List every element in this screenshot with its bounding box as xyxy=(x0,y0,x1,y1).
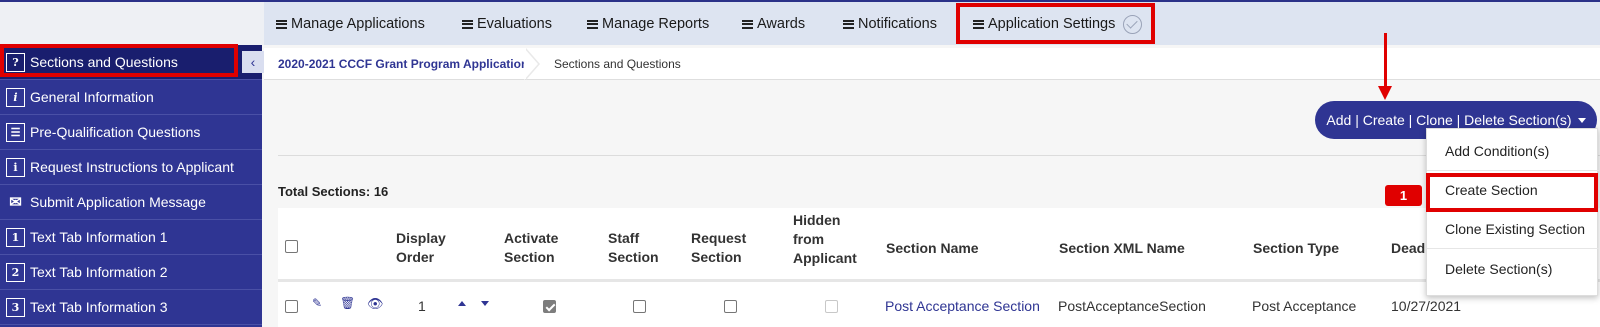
checklist-icon: ☰ xyxy=(6,122,25,142)
menu-icon xyxy=(843,19,854,29)
nav-manage-applications[interactable]: Manage Applications xyxy=(276,14,425,34)
move-up-icon[interactable] xyxy=(458,301,466,306)
sections-table: Display Order Activate Section Staff Sec… xyxy=(278,208,1600,327)
section-actions-label: Add | Create | Clone | Delete Section(s) xyxy=(1326,112,1572,128)
nav-label: Notifications xyxy=(858,16,937,32)
sidebar-item-submit-application-message[interactable]: ✉ Submit Application Message xyxy=(0,185,262,220)
sidebar-item-label: Text Tab Information 2 xyxy=(30,264,168,280)
logo-area xyxy=(0,2,264,45)
header-section-name[interactable]: Section Name xyxy=(886,239,979,258)
menu-icon xyxy=(276,19,287,29)
cell-display-order: 1 xyxy=(418,298,426,314)
sidebar-item-label: General Information xyxy=(30,89,154,105)
sidebar-item-label: Request Instructions to Applicant xyxy=(30,159,234,175)
header-staff-section[interactable]: Staff Section xyxy=(608,229,668,267)
section-name-link[interactable]: Post Acceptance Section xyxy=(885,298,1040,314)
nav-notifications[interactable]: Notifications xyxy=(843,14,937,34)
step-badge: 1 xyxy=(1385,185,1422,206)
cell-deadline: 10/27/2021 xyxy=(1391,298,1462,314)
sidebar-item-label: Pre-Qualification Questions xyxy=(30,124,201,140)
menu-item-delete-sections[interactable]: Delete Section(s) xyxy=(1427,249,1599,288)
sidebar-item-pre-qualification-questions[interactable]: ☰ Pre-Qualification Questions xyxy=(0,115,262,150)
number-2-icon: 2 xyxy=(6,262,25,282)
menu-icon xyxy=(742,19,753,29)
cell-section-xml-name: PostAcceptanceSection xyxy=(1058,298,1206,314)
number-3-icon: 3 xyxy=(6,297,25,317)
sidebar-item-request-instructions[interactable]: i Request Instructions to Applicant xyxy=(0,150,262,185)
nav-label: Manage Applications xyxy=(291,16,425,32)
menu-icon xyxy=(587,19,598,29)
info-list-icon: i xyxy=(6,157,25,177)
table-header: Display Order Activate Section Staff Sec… xyxy=(278,208,1600,282)
nav-label: Manage Reports xyxy=(602,16,710,32)
trash-icon[interactable]: 🗑 xyxy=(340,296,355,310)
annotation-arrow-head xyxy=(1378,86,1392,100)
menu-item-add-conditions[interactable]: Add Condition(s) xyxy=(1427,132,1599,171)
nav-manage-reports[interactable]: Manage Reports xyxy=(587,14,709,34)
breadcrumb-current: Sections and Questions xyxy=(554,57,681,71)
caret-down-icon xyxy=(1577,117,1586,123)
nav-awards[interactable]: Awards xyxy=(742,14,805,34)
move-down-icon[interactable] xyxy=(481,301,489,306)
nav-evaluations[interactable]: Evaluations xyxy=(462,14,552,34)
highlight-create-section xyxy=(1426,173,1598,212)
activate-section-checkbox[interactable] xyxy=(543,300,556,313)
menu-icon xyxy=(462,19,473,29)
row-select-checkbox[interactable] xyxy=(285,300,298,313)
sidebar-item-label: Submit Application Message xyxy=(30,194,206,210)
hidden-from-applicant-checkbox xyxy=(825,300,838,313)
highlight-sections-and-questions xyxy=(0,44,238,77)
annotation-arrow-line xyxy=(1384,33,1387,89)
edit-icon[interactable]: ✎ xyxy=(312,296,322,310)
request-section-checkbox[interactable] xyxy=(724,300,737,313)
top-nav: Manage Applications Evaluations Manage R… xyxy=(0,0,1600,45)
menu-item-clone-existing-section[interactable]: Clone Existing Section xyxy=(1427,210,1599,249)
cell-section-type: Post Acceptance xyxy=(1252,298,1357,314)
header-section-xml-name[interactable]: Section XML Name xyxy=(1059,239,1185,258)
header-activate-section[interactable]: Activate Section xyxy=(504,229,574,267)
sidebar-item-label: Text Tab Information 3 xyxy=(30,299,168,315)
divider xyxy=(278,155,1600,156)
breadcrumb-separator-inner xyxy=(524,48,538,80)
sidebar-item-text-tab-3[interactable]: 3 Text Tab Information 3 xyxy=(0,290,262,325)
breadcrumb: 2020-2021 CCCF Grant Program Application… xyxy=(264,48,1600,80)
number-1-icon: 1 xyxy=(6,227,25,247)
inbox-icon: ✉ xyxy=(9,193,22,211)
chevron-left-icon: ‹ xyxy=(250,54,256,70)
eye-icon[interactable]: 👁 xyxy=(367,296,384,312)
collapse-sidebar-button[interactable]: ‹ xyxy=(242,51,264,73)
header-display-order[interactable]: Display Order xyxy=(396,229,466,267)
total-sections-label: Total Sections: 16 xyxy=(278,184,389,199)
header-deadline[interactable]: Dead xyxy=(1391,239,1425,258)
header-section-type[interactable]: Section Type xyxy=(1253,239,1339,258)
nav-label: Evaluations xyxy=(477,16,552,32)
header-hidden-from-applicant[interactable]: Hidden from Applicant xyxy=(793,211,873,268)
header-request-section[interactable]: Request Section xyxy=(691,229,761,267)
staff-section-checkbox[interactable] xyxy=(633,300,646,313)
sidebar-item-text-tab-2[interactable]: 2 Text Tab Information 2 xyxy=(0,255,262,290)
sidebar-item-general-information[interactable]: i General Information xyxy=(0,80,262,115)
section-actions-menu: Add Condition(s) Create Section Clone Ex… xyxy=(1426,128,1599,296)
sidebar-item-text-tab-1[interactable]: 1 Text Tab Information 1 xyxy=(0,220,262,255)
sidebar-item-label: Text Tab Information 1 xyxy=(30,229,168,245)
info-icon: i xyxy=(6,87,25,107)
select-all-checkbox[interactable] xyxy=(285,240,298,253)
highlight-application-settings xyxy=(956,3,1155,44)
breadcrumb-program-link[interactable]: 2020-2021 CCCF Grant Program Application xyxy=(278,57,528,71)
nav-label: Awards xyxy=(757,16,806,32)
sidebar: ? Sections and Questions i General Infor… xyxy=(0,45,262,327)
